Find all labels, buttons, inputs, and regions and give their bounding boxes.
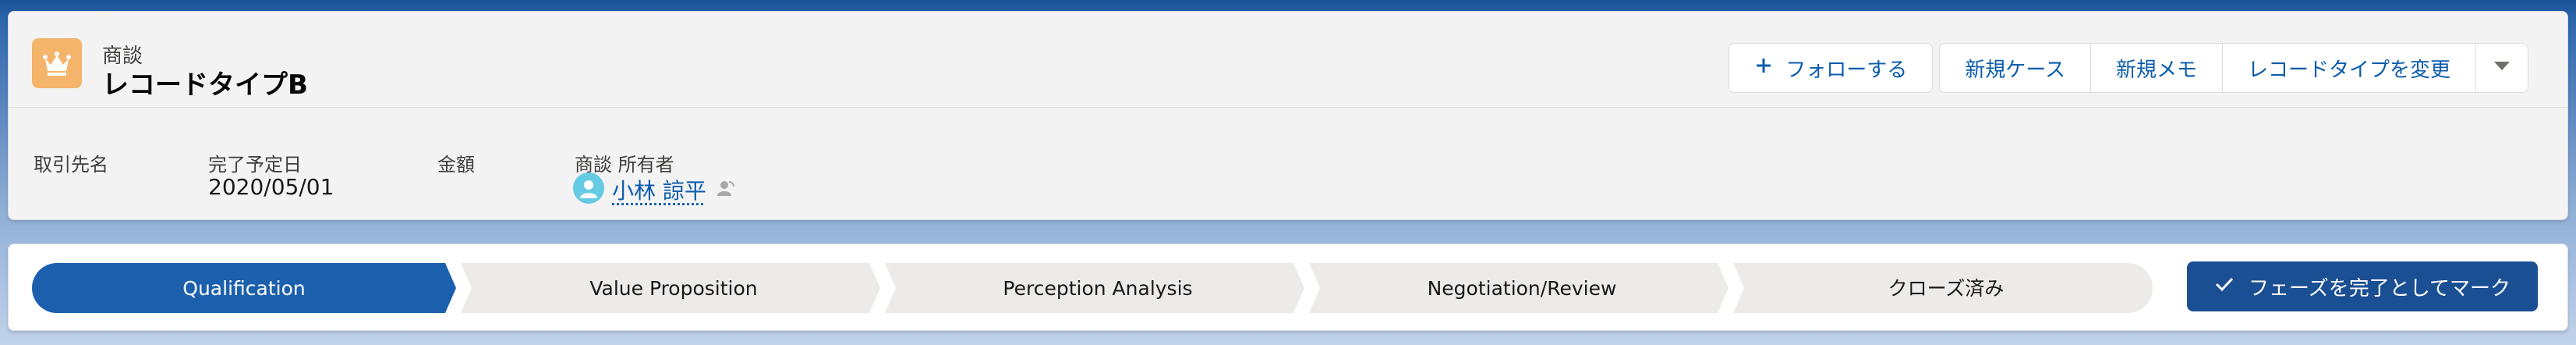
highlights-panel: 取引先名 完了予定日 2020/05/01 金額 商談 所有者 小林 諒平	[9, 108, 2567, 221]
path-stage[interactable]: Perception Analysis	[885, 263, 1304, 313]
record-title: レコードタイプB	[102, 69, 308, 101]
path-stage[interactable]: Negotiation/Review	[1309, 263, 1729, 313]
follow-label: フォローする	[1785, 58, 1908, 82]
mark-complete-label: フェーズを完了としてマーク	[2249, 276, 2511, 301]
crown-icon	[32, 38, 82, 88]
close-date-value: 2020/05/01	[208, 174, 334, 200]
path-stage-label: クローズ済み	[1888, 277, 2005, 300]
header-title-bar: 商談 レコードタイプB フォローする 新規ケース 新規メモ レコードタイプを変更	[9, 12, 2567, 108]
path-stage-label: Qualification	[182, 277, 305, 300]
path-stage-label: Value Proposition	[589, 277, 757, 300]
path-stage[interactable]: クローズ済み	[1733, 263, 2153, 313]
more-actions-button[interactable]	[2476, 44, 2528, 92]
path-stage-label: Perception Analysis	[1003, 277, 1192, 300]
close-date-label: 完了予定日	[208, 154, 302, 176]
plus-icon	[1754, 56, 1773, 80]
chevron-down-icon	[2492, 55, 2512, 81]
path-stages: Qualification Value Proposition Perception…	[32, 263, 2153, 313]
path-stage-label: Negotiation/Review	[1428, 277, 1617, 300]
header-actions: フォローする 新規ケース 新規メモ レコードタイプを変更	[1729, 43, 2528, 93]
change-record-type-button[interactable]: レコードタイプを変更	[2223, 44, 2476, 92]
amount-label: 金額	[437, 154, 475, 176]
new-note-button[interactable]: 新規メモ	[2091, 44, 2223, 92]
account-label: 取引先名	[34, 154, 108, 176]
sales-path: Qualification Value Proposition Perception…	[8, 244, 2568, 331]
mark-stage-complete-button[interactable]: フェーズを完了としてマーク	[2187, 261, 2538, 311]
follow-button[interactable]: フォローする	[1729, 43, 1934, 93]
check-icon	[2214, 274, 2235, 300]
record-header: 商談 レコードタイプB フォローする 新規ケース 新規メモ レコードタイプを変更	[8, 11, 2568, 220]
change-owner-icon[interactable]	[717, 179, 735, 201]
action-button-group: 新規ケース 新規メモ レコードタイプを変更	[1939, 43, 2528, 93]
new-case-button[interactable]: 新規ケース	[1940, 44, 2091, 92]
path-stage[interactable]: Value Proposition	[461, 263, 880, 313]
avatar[interactable]	[573, 172, 604, 204]
path-stage[interactable]: Qualification	[32, 263, 456, 313]
owner-name[interactable]: 小林 諒平	[612, 178, 706, 204]
owner-link[interactable]: 小林 諒平	[612, 174, 706, 205]
